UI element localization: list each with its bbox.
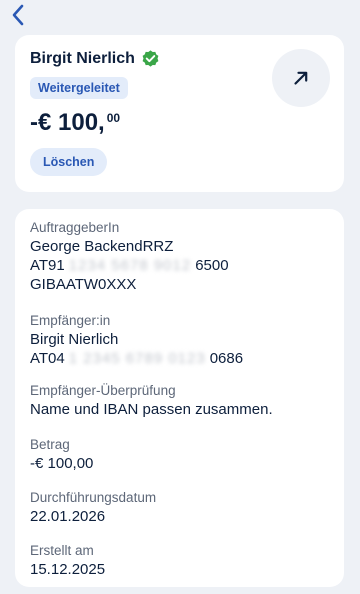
amount-section: Betrag -€ 100,00 xyxy=(30,436,93,473)
created-date-section: Erstellt am 15.12.2025 xyxy=(30,542,105,579)
originator-iban: AT91 1234 5678 9012 6500 xyxy=(30,256,229,275)
verification-label: Empfänger-Überprüfung xyxy=(30,383,176,398)
execution-date-value: 22.01.2026 xyxy=(30,508,106,525)
verification-section: Empfänger-Überprüfung Name und IBAN pass… xyxy=(30,382,273,419)
amount-cents: 00 xyxy=(106,111,121,125)
created-date-value: 15.12.2025 xyxy=(30,561,106,578)
chevron-left-icon xyxy=(12,4,24,26)
delete-button[interactable]: Löschen xyxy=(30,148,108,176)
status-badge: Weitergeleitet xyxy=(30,77,128,99)
execution-date-label: Durchführungsdatum xyxy=(30,490,157,505)
recipient-name-row: Birgit Nierlich xyxy=(30,49,160,68)
open-details-button[interactable] xyxy=(272,49,330,107)
amount-label: Betrag xyxy=(30,437,70,452)
originator-iban-masked: 1234 5678 9012 xyxy=(68,257,192,274)
transaction-details-card: AuftraggeberIn George BackendRRZ AT91 12… xyxy=(15,209,344,587)
amount-value: -€ 100,00 xyxy=(30,455,94,472)
amount-display: -€ 100, 00 xyxy=(30,105,120,141)
arrow-up-right-icon xyxy=(294,71,308,85)
originator-iban-prefix: AT91 xyxy=(30,257,65,274)
originator-name: George BackendRRZ xyxy=(30,238,174,255)
originator-label: AuftraggeberIn xyxy=(30,220,120,235)
recipient-section: Empfänger:in Birgit Nierlich AT04 1 2345… xyxy=(30,312,243,368)
verified-check-icon xyxy=(141,49,160,68)
recipient-iban-masked: 1 2345 6789 0123 xyxy=(68,350,206,367)
originator-iban-suffix: 6500 xyxy=(195,257,229,274)
recipient-name: Birgit Nierlich xyxy=(30,49,135,67)
amount-main: -€ 100, xyxy=(30,109,105,136)
created-date-label: Erstellt am xyxy=(30,543,94,558)
recipient-detail-name: Birgit Nierlich xyxy=(30,331,119,348)
execution-date-section: Durchführungsdatum 22.01.2026 xyxy=(30,489,156,526)
originator-section: AuftraggeberIn George BackendRRZ AT91 12… xyxy=(30,219,229,294)
recipient-label: Empfänger:in xyxy=(30,313,111,328)
back-button[interactable] xyxy=(6,2,30,28)
recipient-iban-prefix: AT04 xyxy=(30,350,65,367)
recipient-iban: AT04 1 2345 6789 0123 0686 xyxy=(30,349,243,368)
recipient-iban-suffix: 0686 xyxy=(209,350,244,367)
originator-bic: GIBAATW0XXX xyxy=(30,276,137,293)
transaction-summary-card: Birgit Nierlich Weitergeleitet -€ 100, 00… xyxy=(15,35,344,192)
verification-value: Name und IBAN passen zusammen. xyxy=(30,401,273,418)
